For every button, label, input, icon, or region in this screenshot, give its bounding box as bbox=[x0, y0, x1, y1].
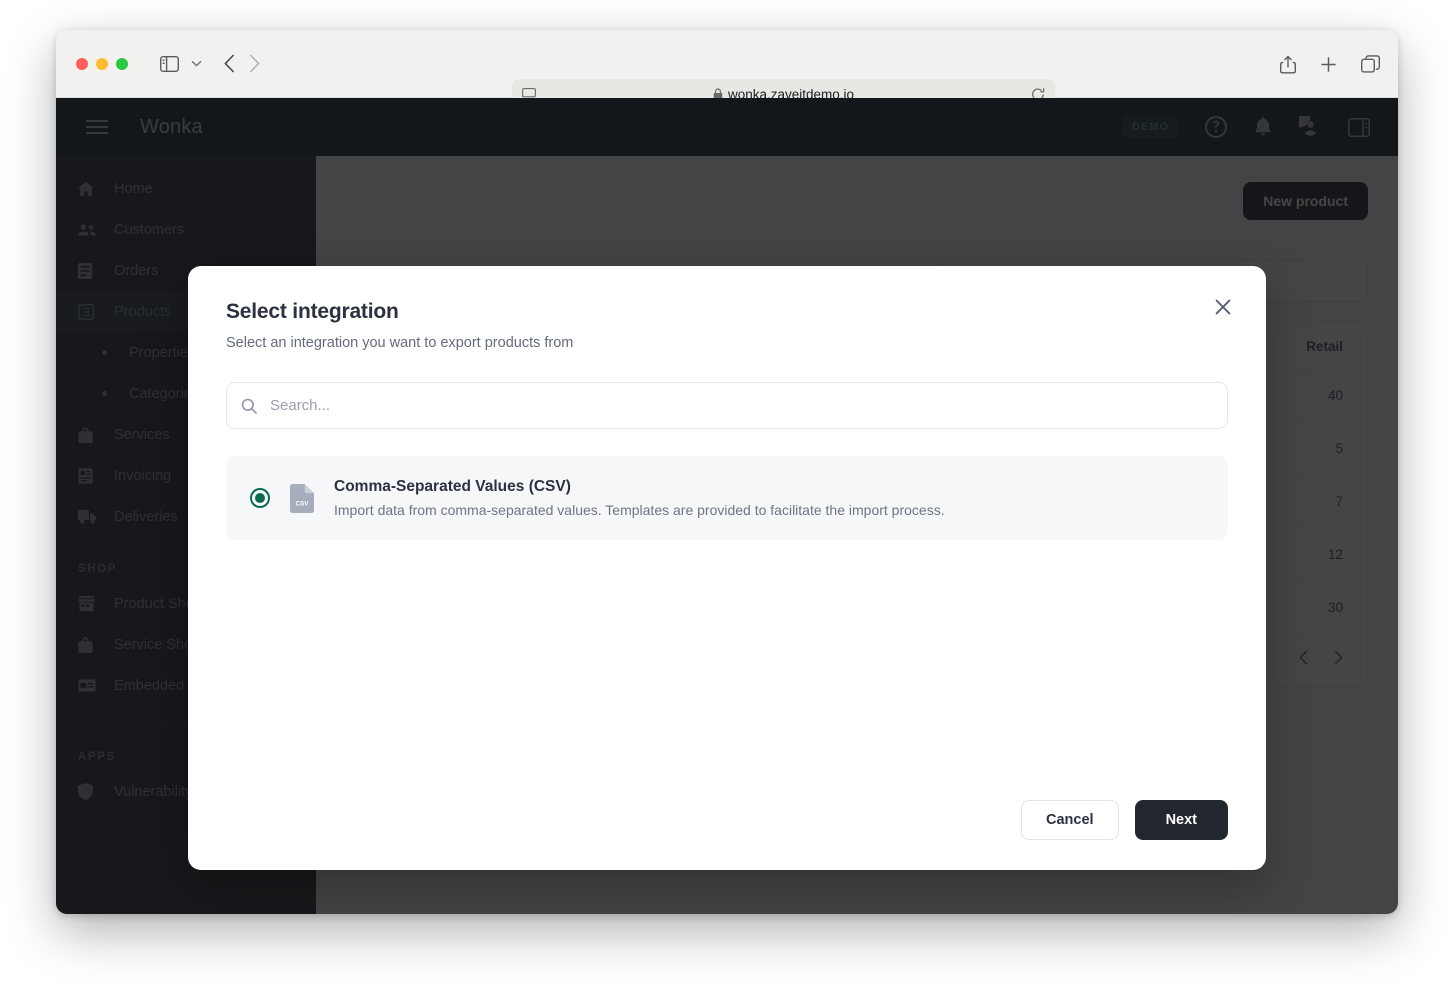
browser-window: wonka.zaveitdemo.io Select integration S… bbox=[56, 30, 1398, 914]
minimize-window-button[interactable] bbox=[96, 57, 108, 70]
maximize-window-button[interactable] bbox=[116, 57, 128, 70]
close-icon[interactable] bbox=[1208, 292, 1238, 322]
radio-inner-dot bbox=[255, 493, 265, 503]
integration-option-csv[interactable]: CSV Comma-Separated Values (CSV) Import … bbox=[226, 456, 1228, 540]
tab-overview-icon[interactable] bbox=[1361, 55, 1380, 73]
next-button[interactable]: Next bbox=[1134, 800, 1228, 840]
browser-toolbar: wonka.zaveitdemo.io bbox=[56, 30, 1398, 109]
option-title: Comma-Separated Values (CSV) bbox=[334, 478, 571, 495]
cancel-button[interactable]: Cancel bbox=[1021, 800, 1119, 840]
forward-arrow-icon[interactable] bbox=[249, 54, 260, 73]
option-description: Import data from comma-separated values.… bbox=[334, 502, 945, 518]
dialog-footer: Cancel Next bbox=[226, 774, 1228, 840]
radio-button-csv[interactable] bbox=[250, 488, 270, 508]
window-controls[interactable] bbox=[76, 57, 128, 70]
share-icon[interactable] bbox=[1280, 54, 1296, 74]
back-arrow-icon[interactable] bbox=[224, 54, 235, 73]
plus-icon[interactable] bbox=[1320, 56, 1337, 73]
dialog-subtitle: Select an integration you want to export… bbox=[226, 335, 574, 351]
csv-file-icon: CSV bbox=[290, 483, 314, 513]
browser-toolbar-actions bbox=[1280, 30, 1380, 98]
close-window-button[interactable] bbox=[76, 57, 88, 70]
sidebar-toggle-icon[interactable] bbox=[160, 55, 179, 72]
application-shell: Wonka DEMO bbox=[56, 98, 1398, 914]
select-integration-dialog: Select integration Select an integration… bbox=[188, 266, 1266, 870]
dialog-title: Select integration bbox=[226, 300, 399, 323]
search-input[interactable] bbox=[270, 397, 1213, 414]
search-icon bbox=[241, 398, 257, 414]
svg-text:CSV: CSV bbox=[296, 500, 310, 507]
search-field[interactable] bbox=[226, 382, 1228, 429]
chevron-down-icon[interactable] bbox=[191, 60, 202, 67]
